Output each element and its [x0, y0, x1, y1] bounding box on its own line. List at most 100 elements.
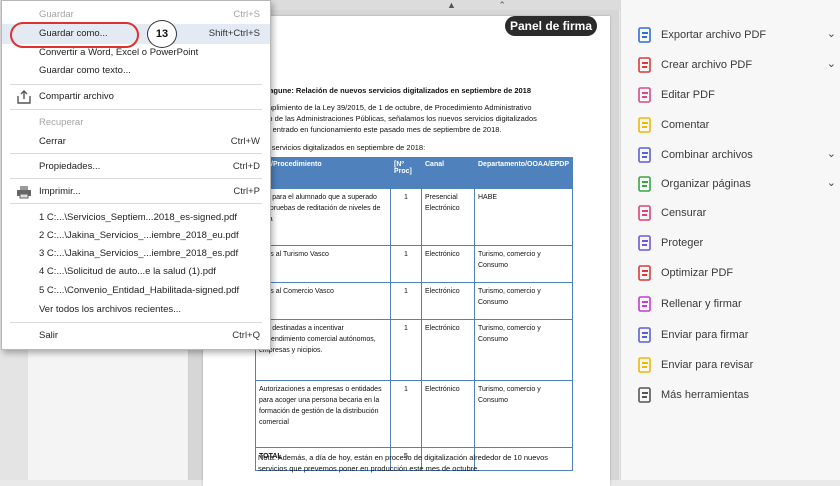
file-menu: Guardar Ctrl+S Guardar como... Shift+Ctr… — [1, 0, 271, 350]
menu-item-close[interactable]: Cerrar Ctrl+W — [2, 132, 270, 152]
menu-item-label: Propiedades... — [39, 161, 101, 172]
export-pdf-icon — [636, 26, 654, 44]
chevron-down-icon[interactable]: ⌄ — [827, 27, 836, 40]
menu-item-revert[interactable]: Recuperar — [2, 113, 270, 133]
tool-export-pdf[interactable]: Exportar archivo PDF ⌄ — [636, 24, 836, 46]
tool-combine-files[interactable]: Combinar archivos ⌄ — [636, 144, 836, 166]
menu-item-share-file[interactable]: Compartir archivo — [2, 87, 270, 107]
menu-item-save-as-text[interactable]: Guardar como texto... — [2, 61, 270, 81]
tool-create-pdf[interactable]: Crear archivo PDF ⌄ — [636, 54, 836, 76]
menu-item-shortcut: Shift+Ctrl+S — [208, 28, 260, 39]
redact-icon — [636, 204, 654, 222]
table-cell: das para el alumnado que a superado las … — [255, 188, 391, 246]
table-cell: Electrónico — [421, 380, 475, 448]
recent-file-5[interactable]: 5 C:...\Convenio_Entidad_Habilitada-sign… — [2, 281, 270, 301]
recent-file-2[interactable]: 2 C:...\Jakina_Servicios_...iembre_2018_… — [2, 226, 270, 246]
menu-separator — [10, 84, 262, 85]
table-cell: 1 — [390, 282, 422, 320]
table-cell: Electrónico — [421, 282, 475, 320]
chevron-down-icon[interactable]: ⌄ — [827, 147, 836, 160]
menu-item-print[interactable]: Imprimir... Ctrl+P — [2, 182, 270, 202]
more-tools-icon — [636, 386, 654, 404]
table-cell: Turismo, comercio y Consumo — [473, 380, 574, 448]
signature-panel-button[interactable]: Panel de firma — [505, 16, 597, 36]
table-cell: HABE — [473, 188, 574, 246]
table-row: mios al Comercio Vasco 1 Electrónico Turism… — [255, 282, 574, 320]
menu-item-shortcut: Ctrl+W — [230, 136, 260, 147]
recent-file-4[interactable]: 4 C:...\Solicitud de auto...e la salud (… — [2, 262, 270, 282]
document-note: Nota: Además, a día de hoy, están en pro… — [258, 453, 549, 473]
menu-item-shortcut: Ctrl+S — [233, 9, 260, 20]
menu-separator — [10, 153, 262, 154]
tool-label: Proteger — [661, 237, 704, 249]
table-cell: Autorizaciones a empresas o entidades pa… — [255, 380, 391, 448]
table-cell: 1 — [390, 245, 422, 283]
menu-item-label: Convertir a Word, Excel o PowerPoint — [39, 47, 199, 58]
tool-label: Editar PDF — [661, 89, 715, 101]
menu-item-exit[interactable]: Salir Ctrl+Q — [2, 326, 270, 346]
table-cell: Electrónico — [421, 245, 475, 283]
menu-item-label: Salir — [39, 330, 59, 341]
table-cell: Presencial Electrónico — [421, 188, 475, 246]
step-number-badge: 13 — [147, 20, 177, 48]
paragraph-line: mún de las Administraciones Públicas, se… — [258, 114, 537, 123]
menu-separator — [10, 109, 262, 110]
tool-organize-pages[interactable]: Organizar páginas ⌄ — [636, 173, 836, 195]
optimize-pdf-icon — [636, 264, 654, 282]
tool-optimize-pdf[interactable]: Optimizar PDF — [636, 262, 836, 284]
tool-send-sign[interactable]: Enviar para firmar — [636, 324, 836, 346]
menu-separator — [10, 178, 262, 179]
document-heading: mitagune: Relación de nuevos servicios d… — [258, 86, 532, 95]
menu-item-shortcut: Ctrl+Q — [232, 330, 260, 341]
column-header: [Nº Proc] — [390, 157, 422, 189]
share-icon — [16, 90, 32, 104]
document-paragraph: cumplimiento de la Ley 39/2015, de 1 de … — [258, 102, 548, 135]
table-row: mios al Turismo Vasco 1 Electrónico Turismo… — [255, 245, 574, 283]
menu-item-label: Cerrar — [39, 136, 66, 147]
table-cell: Turismo, comercio y Consumo — [473, 282, 574, 320]
tool-fill-sign[interactable]: Rellenar y firmar — [636, 293, 836, 315]
tool-label: Rellenar y firmar — [661, 298, 742, 310]
tool-edit-pdf[interactable]: Editar PDF — [636, 84, 836, 106]
tool-label: Crear archivo PDF — [661, 59, 753, 71]
recent-file-label: 3 C:...\Jakina_Servicios_...iembre_2018_… — [39, 248, 239, 259]
menu-item-label: Recuperar — [39, 117, 84, 128]
recent-file-label: 1 C:...\Servicios_Septiem...2018_es-sign… — [39, 212, 238, 223]
chevron-down-icon[interactable]: ⌄ — [827, 57, 836, 70]
menu-item-properties[interactable]: Propiedades... Ctrl+D — [2, 157, 270, 177]
tool-send-review[interactable]: Enviar para revisar — [636, 354, 836, 376]
menu-item-shortcut: Ctrl+D — [232, 161, 260, 172]
tool-label: Combinar archivos — [661, 149, 753, 161]
table-cell: 1 — [390, 319, 422, 381]
table-cell: das destinadas a incentivar mprendimient… — [255, 319, 391, 381]
table-header-row: icio/Procedimiento [Nº Proc] Canal Depar… — [255, 157, 574, 189]
tool-redact[interactable]: Censurar — [636, 202, 836, 224]
menu-separator — [10, 322, 262, 323]
menu-item-label: Guardar — [39, 9, 74, 20]
table-row: Autorizaciones a empresas o entidades pa… — [255, 380, 574, 448]
combine-files-icon — [636, 146, 654, 164]
tool-label: Comentar — [661, 119, 710, 131]
tool-more-tools[interactable]: Más herramientas — [636, 384, 836, 406]
table-cell: 1 — [390, 380, 422, 448]
send-review-icon — [636, 356, 654, 374]
paragraph-line: cumplimiento de la Ley 39/2015, de 1 de … — [258, 103, 532, 112]
recent-file-1[interactable]: 1 C:...\Servicios_Septiem...2018_es-sign… — [2, 208, 270, 228]
table-row: das para el alumnado que a superado las … — [255, 188, 574, 246]
recent-file-3[interactable]: 3 C:...\Jakina_Servicios_...iembre_2018_… — [2, 244, 270, 264]
menu-item-label: Imprimir... — [39, 186, 81, 197]
tool-comment[interactable]: Comentar — [636, 114, 836, 136]
send-sign-icon — [636, 326, 654, 344]
view-all-recent-files[interactable]: Ver todos los archivos recientes... — [2, 300, 270, 320]
tool-label: Enviar para revisar — [661, 359, 754, 371]
table-cell: 1 — [390, 188, 422, 246]
tool-protect[interactable]: Proteger — [636, 232, 836, 254]
services-table: icio/Procedimiento [Nº Proc] Canal Depar… — [255, 157, 574, 471]
chevron-down-icon[interactable]: ⌄ — [827, 176, 836, 189]
paragraph-line: han entrado en funcionamiento este pasad… — [258, 125, 502, 134]
table-cell: Electrónico — [421, 319, 475, 381]
comment-icon — [636, 116, 654, 134]
column-header: Canal — [421, 157, 475, 189]
menu-item-label: Ver todos los archivos recientes... — [39, 304, 182, 315]
highlight-circle — [10, 22, 139, 48]
